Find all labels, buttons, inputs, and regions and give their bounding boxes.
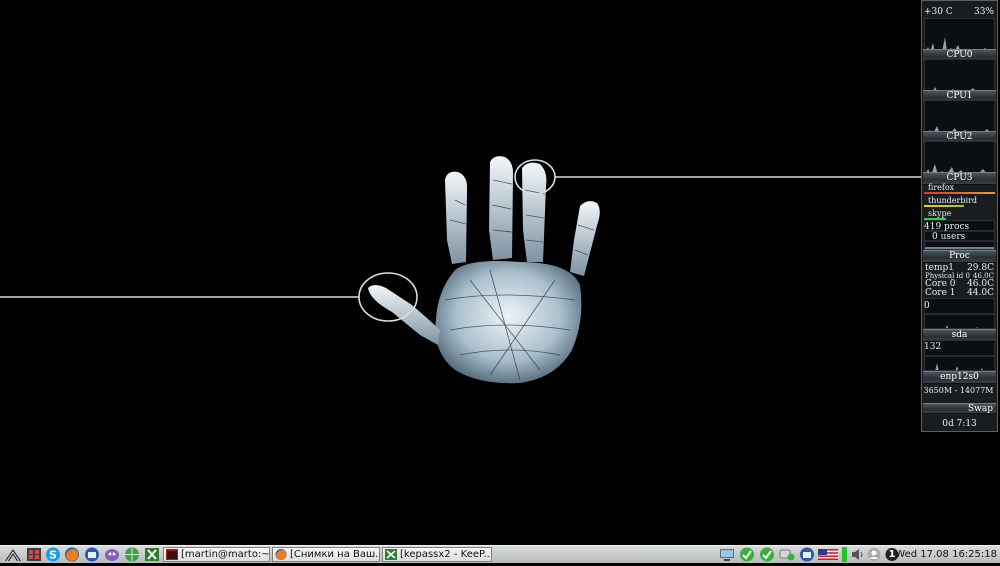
proc-label: Proc — [923, 250, 996, 263]
system-monitor-panel: +30 C 33% CPU0 0% CPU1 3% CPU2 4% CPU3 f… — [921, 0, 998, 432]
clock[interactable]: Wed 17.08 16:25:18 — [895, 548, 997, 561]
network-globe-icon[interactable] — [124, 547, 140, 562]
top-proc-1-bar — [924, 192, 995, 194]
firefox-icon — [275, 549, 287, 560]
sync-ok-icon[interactable] — [759, 547, 775, 562]
app-grid-icon[interactable] — [26, 547, 42, 562]
procs-count: 419 procs — [924, 222, 970, 232]
swap-label: Swap — [923, 403, 996, 414]
keepassx-icon — [385, 549, 397, 560]
cpu2-graph — [924, 100, 995, 133]
taskbar: S [martin@marto:~] [Снимки на Ваш... [ke… — [0, 545, 1000, 563]
disk-value: 0 — [924, 301, 930, 311]
thunderbird-icon[interactable] — [84, 547, 100, 562]
sensor-temp1: temp1 29.8C — [925, 263, 994, 273]
task-label: [martin@marto:~] — [181, 549, 270, 560]
battery-level-bar — [842, 547, 847, 562]
task-label: [Снимки на Ваш... — [290, 549, 380, 560]
task-keepassx[interactable]: [kepassx2 - KeeP... — [382, 547, 492, 562]
start-menu-button[interactable] — [3, 547, 23, 562]
desktop — [0, 0, 1000, 545]
sensor-core1: Core 1 44.0C — [925, 288, 994, 298]
task-firefox[interactable]: [Снимки на Ваш... — [272, 547, 380, 562]
cpu3-graph — [924, 141, 995, 174]
users-count: 0 users — [932, 232, 966, 242]
sensor-value: 46.0C — [967, 279, 994, 289]
uptime: 0d 7:13 — [942, 419, 977, 429]
top-proc-2-bar — [924, 205, 964, 207]
chat-status-icon[interactable] — [779, 547, 795, 562]
pidgin-icon[interactable] — [104, 547, 120, 562]
user-status-icon[interactable] — [866, 547, 882, 562]
memory-usage: 3650M - 14077M — [923, 386, 994, 395]
skype-icon[interactable]: S — [45, 547, 61, 562]
cpu-total-percent: 33% — [973, 7, 994, 17]
keepassx-launcher-icon[interactable] — [144, 547, 160, 562]
sensor-name: Core 1 — [925, 288, 956, 298]
keyboard-layout-us-flag-icon[interactable] — [818, 547, 838, 562]
update-ok-icon[interactable] — [739, 547, 755, 562]
network-manager-icon[interactable] — [719, 547, 735, 562]
cpu0-graph — [924, 18, 995, 51]
net-label: enp12s0 — [923, 371, 996, 384]
svg-text:S: S — [49, 549, 57, 562]
firefox-icon[interactable] — [64, 547, 80, 562]
net-value: 132 — [924, 342, 942, 352]
task-label: [kepassx2 - KeeP... — [400, 549, 492, 560]
task-terminal[interactable]: [martin@marto:~] — [163, 547, 270, 562]
sensor-core0: Core 0 46.0C — [925, 279, 994, 289]
cpu1-graph — [924, 59, 995, 92]
thunderbird-tray-icon[interactable] — [799, 547, 815, 562]
sensor-value: 29.8C — [967, 263, 994, 273]
sensor-value: 44.0C — [967, 288, 994, 298]
volume-icon[interactable] — [850, 547, 866, 562]
terminal-icon — [166, 549, 178, 560]
hand-print-wallpaper — [0, 156, 921, 384]
